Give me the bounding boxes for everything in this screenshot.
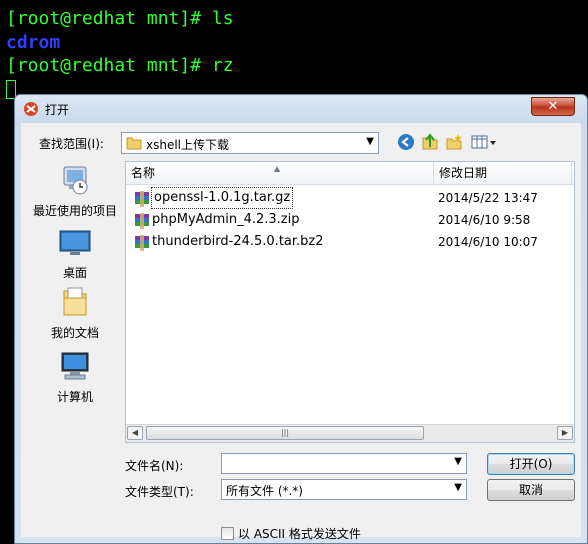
terminal-line-2: cdrom	[6, 32, 61, 53]
place-label: 桌面	[62, 266, 87, 280]
filename-combobox[interactable]: ▼	[221, 453, 467, 474]
ascii-mode-option[interactable]: 以 ASCII 格式发送文件	[221, 525, 361, 542]
close-icon: ✕	[547, 99, 559, 114]
sort-up-icon: ▲	[274, 164, 281, 173]
dialog-body: 查找范围(I): xshell上传下载 ▼ 最近使用的项目 桌面 我的文档 计算…	[21, 123, 581, 541]
lookin-value: xshell上传下载	[146, 138, 230, 152]
lookin-combobox[interactable]: xshell上传下载 ▼	[121, 132, 379, 154]
file-name: openssl-1.0.1g.tar.gz	[150, 187, 294, 209]
file-list-header: 名称 ▲ 修改日期 类	[126, 162, 574, 185]
ascii-checkbox-label: 以 ASCII 格式发送文件	[238, 527, 361, 541]
chevron-left-icon: ◀	[131, 428, 139, 437]
places-bar: 最近使用的项目 桌面 我的文档 计算机	[27, 161, 123, 451]
open-file-dialog: 打开 ✕ 查找范围(I): xshell上传下载 ▼ 最近使用的项目 桌面 我的…	[14, 94, 588, 544]
desktop-icon	[59, 230, 91, 255]
place-my-documents[interactable]: 我的文档	[27, 285, 123, 341]
place-label: 计算机	[56, 390, 93, 404]
file-list[interactable]: 名称 ▲ 修改日期 类 openssl-1.0.1g.tar.gz 2014/5…	[125, 161, 575, 443]
recent-items-icon	[63, 166, 88, 195]
file-row[interactable]: openssl-1.0.1g.tar.gz 2014/5/22 13:47 V	[130, 187, 570, 209]
file-date: 2014/5/22 13:47	[438, 191, 538, 205]
up-folder-button[interactable]	[421, 133, 439, 154]
cancel-button[interactable]: 取消	[487, 479, 575, 501]
computer-icon	[61, 352, 89, 380]
archive-icon	[135, 213, 149, 229]
file-row[interactable]: thunderbird-24.5.0.tar.bz2 2014/6/10 10:…	[130, 232, 570, 252]
place-label: 最近使用的项目	[32, 204, 117, 218]
file-type: V	[574, 188, 575, 208]
filename-label: 文件名(N):	[125, 459, 184, 473]
dialog-title: 打开	[45, 103, 70, 117]
file-row[interactable]: phpMyAdmin_4.2.3.zip 2014/6/10 9:58 V	[130, 210, 570, 230]
view-menu-icon	[471, 135, 496, 149]
file-type: V	[574, 232, 575, 252]
archive-icon	[135, 235, 149, 251]
scroll-right-button[interactable]: ▶	[557, 426, 573, 440]
horizontal-scrollbar[interactable]: ◀ ||| ▶	[126, 424, 574, 442]
up-folder-icon	[422, 133, 438, 150]
chevron-down-icon: ▼	[366, 136, 374, 147]
scroll-left-button[interactable]: ◀	[127, 426, 143, 440]
terminal-line-3: [root@redhat mnt]# rz	[6, 55, 234, 76]
column-header-type[interactable]: 类	[572, 162, 574, 184]
terminal[interactable]: [root@redhat mnt]# ls cdrom [root@redhat…	[0, 0, 588, 104]
column-date-label: 修改日期	[439, 166, 488, 180]
scroll-thumb[interactable]: |||	[146, 426, 424, 440]
terminal-line-1: [root@redhat mnt]# ls	[6, 8, 234, 29]
ascii-checkbox[interactable]	[221, 527, 234, 540]
chevron-down-icon: ▼	[454, 482, 462, 493]
close-button[interactable]: ✕	[531, 97, 575, 116]
filetype-select[interactable]: 所有文件 (*.*) ▼	[221, 479, 467, 500]
grip-icon: |||	[280, 428, 290, 437]
column-name-label: 名称	[131, 166, 156, 180]
file-name: thunderbird-24.5.0.tar.bz2	[152, 234, 324, 249]
file-date: 2014/6/10 10:07	[438, 235, 538, 249]
file-name: phpMyAdmin_4.2.3.zip	[152, 212, 300, 227]
archive-icon	[135, 191, 149, 207]
new-folder-icon	[446, 134, 462, 150]
filetype-label: 文件类型(T):	[125, 485, 194, 499]
place-computer[interactable]: 计算机	[27, 349, 123, 405]
chevron-right-icon: ▶	[561, 428, 569, 437]
filetype-value: 所有文件 (*.*)	[226, 484, 303, 498]
chevron-down-icon[interactable]: ▼	[454, 456, 462, 467]
back-arrow-icon	[398, 134, 414, 150]
new-folder-button[interactable]	[445, 133, 463, 154]
file-type: V	[574, 210, 575, 230]
lookin-label: 查找范围(I):	[39, 137, 104, 151]
back-button[interactable]	[397, 133, 415, 154]
place-recent-items[interactable]: 最近使用的项目	[27, 163, 123, 219]
place-desktop[interactable]: 桌面	[27, 225, 123, 281]
view-menu-button[interactable]	[471, 133, 497, 154]
documents-icon	[63, 287, 87, 316]
file-date: 2014/6/10 9:58	[438, 213, 531, 227]
place-label: 我的文档	[50, 326, 99, 340]
dialog-titlebar[interactable]: 打开 ✕	[15, 95, 587, 123]
open-button[interactable]: 打开(O)	[487, 453, 575, 475]
column-header-date[interactable]: 修改日期	[434, 162, 572, 184]
column-header-name[interactable]: 名称 ▲	[126, 162, 434, 184]
folder-icon	[126, 137, 142, 150]
xshell-app-icon	[24, 102, 38, 116]
